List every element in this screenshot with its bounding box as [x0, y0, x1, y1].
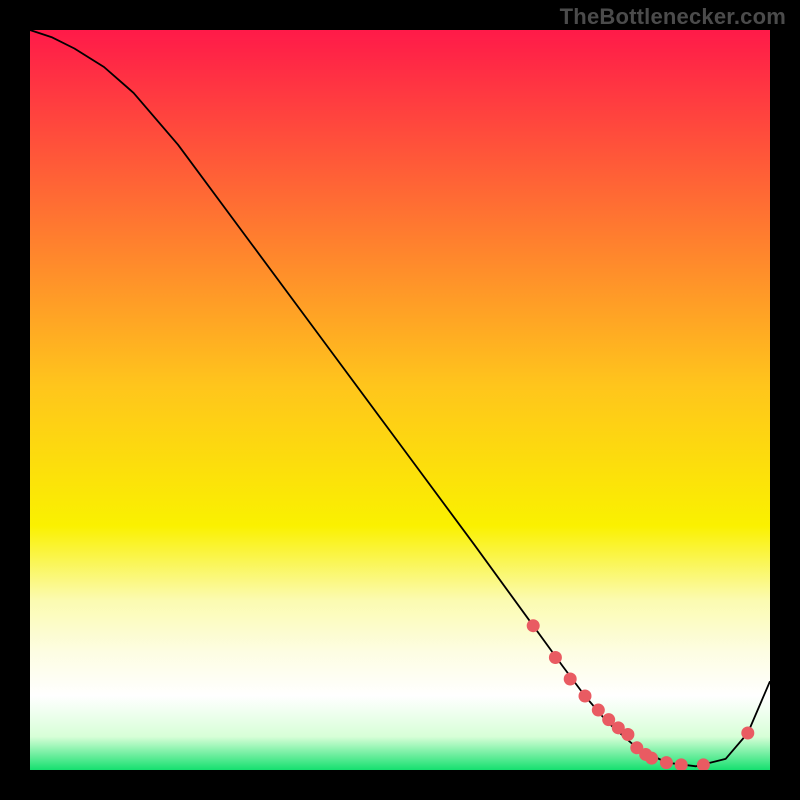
- plot-background: [30, 30, 770, 770]
- marker-dot: [579, 690, 592, 703]
- marker-dot: [549, 651, 562, 664]
- marker-dot: [564, 672, 577, 685]
- marker-dot: [592, 704, 605, 717]
- watermark-text: TheBottleneсker.com: [560, 4, 786, 30]
- marker-dot: [527, 619, 540, 632]
- marker-dot: [645, 752, 658, 765]
- chart-frame: TheBottleneсker.com: [0, 0, 800, 800]
- marker-dot: [621, 728, 634, 741]
- marker-dot: [660, 756, 673, 769]
- chart-svg: [30, 30, 770, 770]
- marker-dot: [741, 727, 754, 740]
